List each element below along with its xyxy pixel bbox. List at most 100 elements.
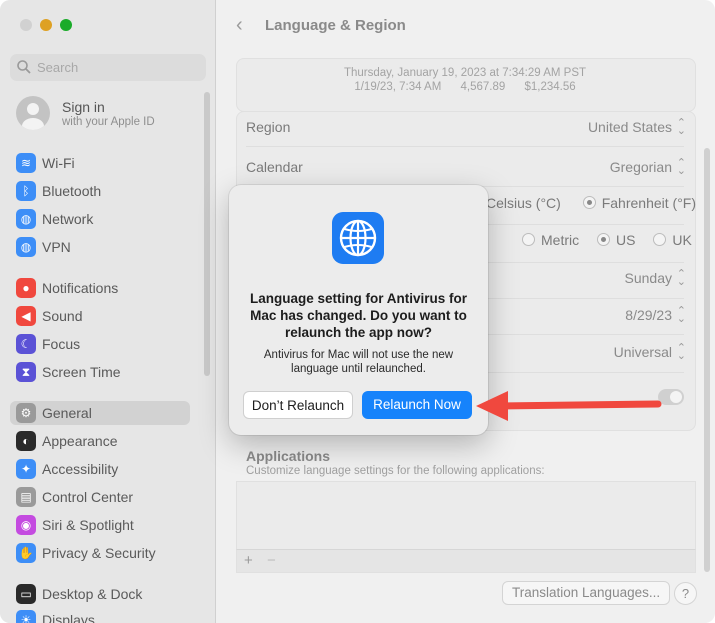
updown-chevron-icon: ⌃ ⌄ [676,157,686,177]
divider [246,146,684,147]
sidebar-item-desktop-dock[interactable]: ▭ Desktop & Dock [16,582,188,606]
preview-currency: $1,234.56 [524,81,576,93]
measurement-options: Metric US UK [522,232,692,248]
dont-relaunch-button[interactable]: Don’t Relaunch [243,391,353,419]
siri-icon: ◉ [16,515,36,535]
region-value: United States [587,119,672,135]
sidebar-item-label: Siri & Spotlight [42,517,134,533]
sidebar-item-notifications[interactable]: ● Notifications [16,276,188,300]
format-preview: Thursday, January 19, 2023 at 7:34:29 AM… [236,66,694,94]
us-label: US [616,232,636,248]
sidebar-item-appearance[interactable]: ◐ Appearance [16,429,188,453]
sidebar: Search Sign in with your Apple ID ≋ Wi-Fi… [0,0,216,623]
sidebar-item-focus[interactable]: ☾ Focus [16,332,188,356]
remove-app-button[interactable]: − [267,552,276,569]
updown-chevron-icon: ⌃ ⌄ [676,305,686,325]
sidebar-scrollbar[interactable] [204,92,210,376]
sidebar-item-label: VPN [42,239,71,255]
calendar-label: Calendar [246,159,303,175]
globe-icon: ◍ [16,209,36,229]
updown-chevron-icon: ⌃ ⌄ [676,342,686,362]
updown-chevron-icon: ⌃ ⌄ [676,117,686,137]
zoom-button[interactable] [60,19,72,31]
sidebar-item-label: Control Center [42,489,134,505]
close-button[interactable] [20,19,32,31]
settings-window: Search Sign in with your Apple ID ≋ Wi-Fi… [0,0,715,623]
applications-list[interactable] [236,481,696,551]
dialog-message: Antivirus for Mac will not use the new l… [263,349,454,375]
uk-option[interactable]: UK [653,232,692,248]
region-label: Region [246,119,291,135]
metric-option[interactable]: Metric [522,232,579,248]
fahrenheit-label: Fahrenheit (°F) [601,195,697,211]
translation-languages-button[interactable]: Translation Languages... [502,581,671,605]
sidebar-item-bluetooth[interactable]: ᛒ Bluetooth [16,179,188,203]
sidebar-item-label: Sound [42,308,83,324]
sidebar-item-network[interactable]: ◍ Network [16,207,188,231]
uk-label: UK [672,232,692,248]
sidebar-item-label: Bluetooth [42,183,102,199]
sidebar-item-screen-time[interactable]: ⧗ Screen Time [16,360,188,384]
us-option[interactable]: US [597,232,635,248]
preview-short-date: 1/19/23, 7:34 AM [354,81,442,93]
bluetooth-icon: ᛒ [16,181,36,201]
radio-icon [597,233,611,246]
temperature-options: Celsius (°C) Fahrenheit (°F) [486,195,696,211]
appearance-icon: ◐ [16,431,36,451]
search-placeholder: Search [37,60,79,75]
sidebar-item-displays[interactable]: ☀ Displays [16,608,188,623]
region-row[interactable]: Region United States ⌃ ⌄ [246,115,686,139]
search-input[interactable]: Search [10,54,206,81]
radio-icon [522,233,535,246]
sidebar-item-vpn[interactable]: ◍ VPN [16,235,188,259]
page-title: Language & Region [265,17,406,34]
sidebar-item-accessibility[interactable]: ✦ Accessibility [16,457,188,481]
avatar-icon [16,96,50,130]
updown-chevron-icon: ⌃ ⌄ [676,268,686,288]
applications-heading: Applications [246,448,331,464]
calendar-row[interactable]: Calendar Gregorian ⌃ ⌄ [246,155,686,179]
sidebar-item-label: Focus [42,336,81,352]
toolbar: ‹ Language & Region [216,0,715,52]
relaunch-dialog: Language setting for Antivirus for Mac h… [229,185,488,435]
accessibility-icon: ✦ [16,459,36,479]
relaunch-now-button[interactable]: Relaunch Now [362,391,472,419]
add-app-button[interactable]: + [244,552,253,569]
main-scrollbar[interactable] [704,148,710,572]
gear-icon: ⚙ [16,403,36,423]
display-icon: ☀ [16,610,36,623]
control-center-icon: ▤ [16,487,36,507]
dialog-title: Language setting for Antivirus for Mac h… [249,291,467,340]
first-day-value: Sunday [624,270,672,286]
apple-id-signin[interactable]: Sign in with your Apple ID [16,96,155,130]
globe-icon [332,212,384,264]
vpn-icon: ◍ [16,237,36,257]
fahrenheit-option[interactable]: Fahrenheit (°F) [582,195,697,211]
number-format-value: Universal [613,344,672,360]
radio-icon [653,233,667,246]
celsius-label[interactable]: Celsius (°C) [486,195,561,211]
back-chevron-icon[interactable]: ‹ [236,14,243,37]
metric-label: Metric [541,232,580,248]
sidebar-item-sound[interactable]: ◀ Sound [16,304,188,328]
calendar-value: Gregorian [609,159,672,175]
sidebar-item-label: Accessibility [42,461,119,477]
help-button[interactable]: ? [674,582,697,605]
sidebar-item-wifi[interactable]: ≋ Wi-Fi [16,151,188,175]
sidebar-item-control-center[interactable]: ▤ Control Center [16,485,188,509]
sidebar-item-label: Screen Time [42,364,121,380]
search-icon [17,60,31,74]
sidebar-item-label: Network [42,211,94,227]
sidebar-item-general[interactable]: ⚙ General [10,401,190,425]
sidebar-item-privacy-security[interactable]: ✋ Privacy & Security [16,541,188,565]
dock-icon: ▭ [16,584,36,604]
sidebar-item-label: Displays [42,612,95,623]
preview-number: 4,567.89 [460,81,506,93]
sidebar-item-label: General [42,405,92,421]
hourglass-icon: ⧗ [16,362,36,382]
minimize-button[interactable] [40,19,52,31]
sidebar-item-siri-spotlight[interactable]: ◉ Siri & Spotlight [16,513,188,537]
window-controls [20,19,72,31]
sidebar-item-label: Appearance [42,433,118,449]
moon-icon: ☾ [16,334,36,354]
